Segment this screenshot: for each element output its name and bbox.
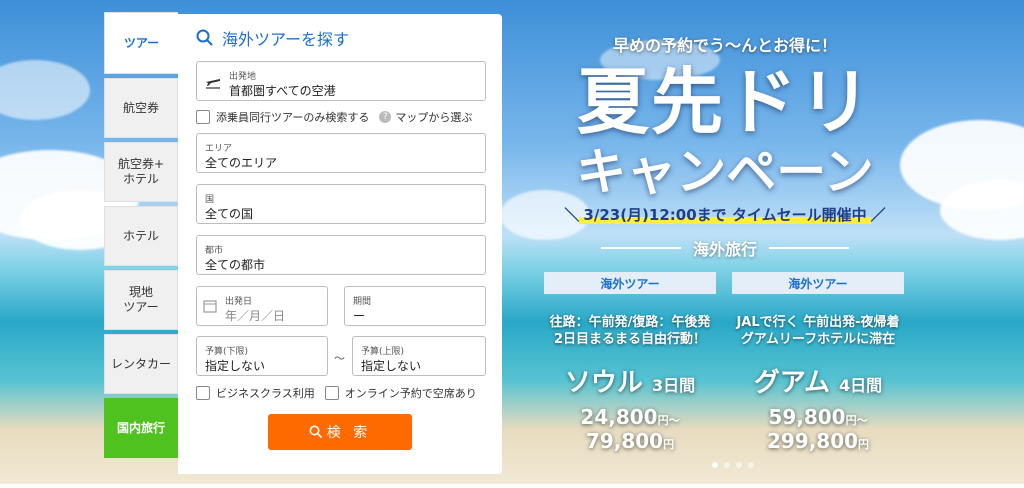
deal-card-guam[interactable]: 海外ツアー JALで行く 午前出発-夜帰着 グアムリーフホテルに滞在 グアム 4… [732, 272, 904, 453]
escort-only-checkbox[interactable] [196, 110, 210, 124]
airplane-icon [206, 79, 220, 89]
budget-min-field[interactable]: 予算(下限) 指定しない [196, 336, 328, 376]
area-field[interactable]: エリア 全てのエリア [196, 133, 486, 173]
deal-price: 59,800円～299,800円 [766, 405, 870, 453]
tab-flight-hotel[interactable]: 航空券+ ホテル [104, 142, 178, 202]
deal-description: JALで行く 午前出発-夜帰着 グアムリーフホテルに滞在 [736, 315, 900, 347]
tab-local-tour[interactable]: 現地 ツアー [104, 270, 178, 330]
carousel-dot[interactable] [736, 462, 742, 468]
panel-title: 海外ツアーを探す [196, 26, 349, 50]
deal-chip: 海外ツアー [544, 272, 716, 294]
search-icon [309, 425, 322, 439]
tab-tour[interactable]: ツアー [104, 12, 178, 74]
extra-options-row: ビジネスクラス利用 オンライン予約で空席あり [196, 385, 477, 401]
section-heading: 海外旅行 [540, 236, 910, 260]
country-field[interactable]: 国 全ての国 [196, 184, 486, 224]
tab-hotel[interactable]: ホテル [104, 206, 178, 266]
tab-rental-car[interactable]: レンタカー [104, 334, 178, 394]
online-available-checkbox[interactable] [324, 386, 339, 400]
search-icon [196, 29, 213, 46]
deal-destination: グアム 4日間 [753, 368, 883, 398]
sale-deadline: ＼ 3/23(月)12:00まで タイムセール開催中／ [564, 206, 886, 224]
carousel-dot[interactable] [724, 462, 730, 468]
banner-subtitle: キャンペーン [576, 143, 874, 201]
carousel-dot[interactable] [748, 462, 754, 468]
help-icon[interactable]: ? [379, 111, 392, 123]
banner-lead: 早めの予約でう～んとお得に！ [612, 36, 837, 55]
banner-title: 夏先ドリ [576, 60, 873, 144]
tab-domestic-travel[interactable]: 国内旅行 [104, 398, 178, 458]
business-class-checkbox[interactable] [196, 386, 210, 400]
budget-max-field[interactable]: 予算(上限) 指定しない [352, 336, 486, 376]
range-separator: ～ [334, 352, 345, 365]
escort-option-row: 添乗員同行ツアーのみ検索する ? マップから選ぶ [196, 109, 472, 125]
departure-field[interactable]: 出発地 首都圏すべての空港 [196, 61, 486, 101]
duration-field[interactable]: 期間 ー [344, 286, 486, 326]
carousel-dots [712, 462, 754, 468]
calendar-icon [203, 300, 217, 313]
product-tabs: ツアー 航空券 航空券+ ホテル ホテル 現地 ツアー レンタカー 国内旅行 [104, 12, 178, 462]
campaign-banner[interactable]: 早めの予約でう～んとお得に！ 夏先ドリ キャンペーン ＼ 3/23(月)12:00… [540, 0, 910, 480]
deal-destination: ソウル 3日間 [564, 368, 696, 398]
deal-description: 往路：午前発/復路：午後発 2日目まるまる自由行動！ [549, 315, 711, 347]
search-button[interactable]: 検 索 [268, 414, 412, 450]
city-field[interactable]: 都市 全ての都市 [196, 235, 486, 275]
carousel-dot[interactable] [712, 462, 718, 468]
tour-search-panel: 海外ツアーを探す 出発地 首都圏すべての空港 添乗員同行ツアーのみ検索する ? … [178, 14, 502, 474]
deal-price: 24,800円～79,800円 [580, 405, 680, 453]
deal-chip: 海外ツアー [732, 272, 904, 294]
deal-card-seoul[interactable]: 海外ツアー 往路：午前発/復路：午後発 2日目まるまる自由行動！ ソウル 3日間… [544, 272, 716, 453]
map-select-link[interactable]: マップから選ぶ [395, 109, 472, 125]
departure-date-field[interactable]: 出発日 年／月／日 [196, 286, 328, 326]
tab-flight[interactable]: 航空券 [104, 78, 178, 138]
